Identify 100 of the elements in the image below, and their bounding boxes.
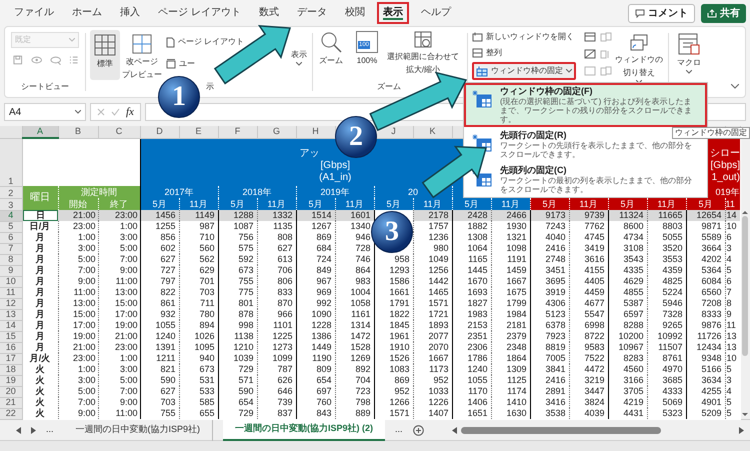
table-cell[interactable]: 4459 xyxy=(569,287,608,298)
table-cell[interactable]: 980 xyxy=(413,243,452,254)
reset-position-icon[interactable] xyxy=(600,66,612,76)
table-cell[interactable]: 4359 xyxy=(647,265,686,276)
table-cell[interactable]: 5323 xyxy=(647,408,686,419)
table-cell[interactable]: 1240 xyxy=(452,364,491,375)
table-cell[interactable]: 4431 xyxy=(608,408,647,419)
table-cell[interactable]: 4472 xyxy=(569,364,608,375)
table-cell[interactable]: 697 xyxy=(296,386,335,397)
table-cell[interactable]: 3553 xyxy=(647,254,686,265)
table-cell[interactable]: 7005 xyxy=(530,353,569,364)
table-cell[interactable]: 590 xyxy=(218,386,257,397)
table-cell[interactable]: 1165 xyxy=(452,254,491,265)
table-cell[interactable]: 724 xyxy=(296,254,335,265)
table-cell[interactable]: 755 xyxy=(218,276,257,287)
table-cell[interactable]: 5:00 xyxy=(58,386,98,397)
table-cell[interactable]: 1191 xyxy=(491,254,530,265)
row-header[interactable]: 19 xyxy=(0,375,22,386)
table-cell[interactable]: 655 xyxy=(179,408,218,419)
table-cell[interactable]: 4039 xyxy=(569,408,608,419)
table-cell[interactable]: 3:00 xyxy=(58,243,98,254)
table-cell[interactable]: 23:00 xyxy=(58,353,98,364)
table-cell[interactable]: 1314 xyxy=(335,320,374,331)
table-cell[interactable]: 月 xyxy=(22,254,58,265)
table-cell[interactable]: 5589 xyxy=(686,232,725,243)
table-cell[interactable]: 2070 xyxy=(413,342,452,353)
table-cell[interactable]: 1064 xyxy=(452,243,491,254)
table-cell[interactable]: 1961 xyxy=(374,331,413,342)
check-icon[interactable] xyxy=(111,108,120,116)
row-header[interactable]: 18 xyxy=(0,364,22,375)
table-cell[interactable]: 1845 xyxy=(374,320,413,331)
table-cell[interactable]: 1757 xyxy=(413,221,452,232)
table-cell[interactable]: 1586 xyxy=(374,276,413,287)
table-cell[interactable]: 4560 xyxy=(608,364,647,375)
table-cell[interactable]: 646 xyxy=(257,386,296,397)
table-cell[interactable]: 1670 xyxy=(452,276,491,287)
table-cell[interactable]: 10200 xyxy=(608,331,647,342)
table-cell[interactable]: 月 xyxy=(22,265,58,276)
ribbon-tab[interactable]: ファイル xyxy=(8,2,60,24)
table-cell[interactable]: 2181 xyxy=(491,320,530,331)
table-cell[interactable]: 3 xyxy=(725,243,740,254)
column-header[interactable]: G xyxy=(257,126,296,138)
table-cell[interactable]: 7328 xyxy=(647,309,686,320)
hide-icon[interactable] xyxy=(584,49,596,59)
more-sheets-button[interactable]: ... xyxy=(46,423,54,437)
ribbon-tab[interactable]: ヘルプ xyxy=(414,2,457,24)
scroll-up-icon[interactable] xyxy=(742,210,748,214)
table-cell[interactable]: 日 xyxy=(22,210,58,221)
table-cell[interactable]: 23:00 xyxy=(98,342,140,353)
table-cell[interactable]: 3419 xyxy=(569,243,608,254)
table-cell[interactable]: 1226 xyxy=(413,397,452,408)
table-cell[interactable]: 9:00 xyxy=(98,397,140,408)
table-cell[interactable]: 756 xyxy=(218,232,257,243)
table-cell[interactable]: 1472 xyxy=(335,331,374,342)
table-cell[interactable]: 797 xyxy=(140,276,179,287)
table-cell[interactable]: 760 xyxy=(296,397,335,408)
table-cell[interactable]: 1442 xyxy=(413,276,452,287)
table-cell[interactable]: 11665 xyxy=(647,210,686,221)
row-header[interactable]: 5 xyxy=(0,221,22,232)
table-cell[interactable]: 575 xyxy=(218,243,257,254)
table-cell[interactable]: 5387 xyxy=(608,298,647,309)
table-cell[interactable]: 1693 xyxy=(452,287,491,298)
table-cell[interactable]: 992 xyxy=(296,298,335,309)
table-cell[interactable]: 1210 xyxy=(218,342,257,353)
table-cell[interactable]: 4405 xyxy=(569,276,608,287)
table-cell[interactable]: 5 xyxy=(725,408,740,419)
table-cell[interactable]: 1526 xyxy=(374,353,413,364)
row-header[interactable]: 20 xyxy=(0,386,22,397)
unhide-icon[interactable] xyxy=(584,66,596,76)
table-cell[interactable]: 1:00 xyxy=(58,232,98,243)
column-header[interactable]: H xyxy=(296,126,335,138)
table-cell[interactable]: 723 xyxy=(335,386,374,397)
table-cell[interactable]: 849 xyxy=(296,265,335,276)
table-cell[interactable]: 837 xyxy=(257,408,296,419)
table-cell[interactable]: 1721 xyxy=(413,309,452,320)
ribbon-tab[interactable]: 校閲 xyxy=(338,2,371,24)
table-cell[interactable]: 8288 xyxy=(608,320,647,331)
table-cell[interactable]: 654 xyxy=(296,375,335,386)
table-cell[interactable]: 4629 xyxy=(608,276,647,287)
name-box[interactable]: A4 xyxy=(4,103,86,121)
table-cell[interactable]: 1:00 xyxy=(98,353,140,364)
table-cell[interactable]: 1386 xyxy=(296,331,335,342)
table-cell[interactable]: 1799 xyxy=(491,298,530,309)
table-cell[interactable]: 602 xyxy=(140,243,179,254)
table-cell[interactable]: 4202 xyxy=(686,254,725,265)
table-cell[interactable]: 9871 xyxy=(686,221,725,232)
table-cell[interactable]: 4855 xyxy=(608,287,647,298)
table-cell[interactable]: 1984 xyxy=(491,309,530,320)
table-cell[interactable]: 560 xyxy=(179,243,218,254)
column-header[interactable]: D xyxy=(140,126,179,138)
table-cell[interactable]: 739 xyxy=(257,397,296,408)
table-cell[interactable]: 1449 xyxy=(296,342,335,353)
insert-function-button[interactable]: fx xyxy=(126,106,134,118)
table-cell[interactable]: 火 xyxy=(22,364,58,375)
table-cell[interactable]: 4 xyxy=(725,386,740,397)
table-cell[interactable]: 6 xyxy=(725,276,740,287)
table-cell[interactable]: 5:00 xyxy=(58,254,98,265)
table-cell[interactable]: 13:00 xyxy=(58,298,98,309)
table-cell[interactable]: 3616 xyxy=(569,254,608,265)
table-cell[interactable]: 1269 xyxy=(335,353,374,364)
